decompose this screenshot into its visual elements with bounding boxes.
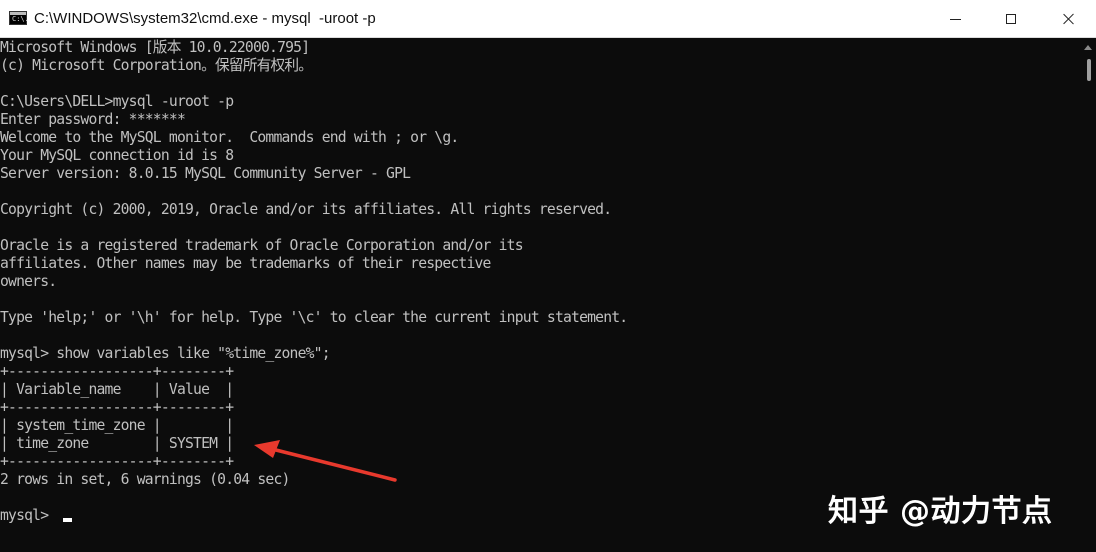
mysql-prompt[interactable]: mysql> xyxy=(0,507,56,525)
annotation-arrow-icon xyxy=(254,440,397,482)
text-cursor xyxy=(63,518,72,522)
console-line: Oracle is a registered trademark of Orac… xyxy=(0,237,524,254)
vertical-scrollbar[interactable] xyxy=(1080,39,1096,552)
console-line: affiliates. Other names may be trademark… xyxy=(0,255,491,272)
cmd-window: C:\. C:\WINDOWS\system32\cmd.exe - mysql… xyxy=(0,0,1096,552)
close-icon xyxy=(1063,13,1075,25)
window-title: C:\WINDOWS\system32\cmd.exe - mysql -uro… xyxy=(34,10,376,27)
console-line: Welcome to the MySQL monitor. Commands e… xyxy=(0,129,459,146)
table-border-line: +------------------+--------+ xyxy=(0,453,234,470)
console-output[interactable]: Microsoft Windows [版本 10.0.22000.795] (c… xyxy=(0,39,1080,552)
scroll-thumb[interactable] xyxy=(1087,59,1091,81)
table-row: | system_time_zone | | xyxy=(0,417,234,434)
console-line: Type 'help;' or '\h' for help. Type '\c'… xyxy=(0,309,628,326)
console-line: Microsoft Windows [版本 10.0.22000.795] xyxy=(0,39,310,56)
console-line: Your MySQL connection id is 8 xyxy=(0,147,234,164)
cmd-icon-prompt: C:\. xyxy=(12,15,29,23)
console-line: Server version: 8.0.15 MySQL Community S… xyxy=(0,165,411,182)
close-button[interactable] xyxy=(1046,0,1092,38)
console-line: mysql> show variables like "%time_zone%"… xyxy=(0,345,331,362)
table-header-row: | Variable_name | Value | xyxy=(0,381,234,398)
title-bar[interactable]: C:\. C:\WINDOWS\system32\cmd.exe - mysql… xyxy=(0,0,1096,38)
table-border-line: +------------------+--------+ xyxy=(0,363,234,380)
cmd-icon[interactable]: C:\. xyxy=(9,11,29,25)
arrow-shaft xyxy=(266,446,397,482)
console-line: Enter password: ******* xyxy=(0,111,186,128)
console-line: Copyright (c) 2000, 2019, Oracle and/or … xyxy=(0,201,612,218)
maximize-icon xyxy=(1006,14,1016,24)
scroll-up-arrow-icon[interactable] xyxy=(1084,45,1092,50)
arrow-head xyxy=(254,440,280,458)
minimize-button[interactable] xyxy=(932,0,978,38)
table-border-line: +------------------+--------+ xyxy=(0,399,234,416)
maximize-button[interactable] xyxy=(988,0,1034,38)
minimize-icon xyxy=(949,18,961,20)
console-line: (c) Microsoft Corporation。保留所有权利。 xyxy=(0,57,313,74)
console-line: owners. xyxy=(0,273,57,290)
table-row: | time_zone | SYSTEM | xyxy=(0,435,234,452)
console-line: C:\Users\DELL>mysql -uroot -p xyxy=(0,93,234,110)
watermark-text: 知乎 @动力节点 xyxy=(828,494,1053,529)
